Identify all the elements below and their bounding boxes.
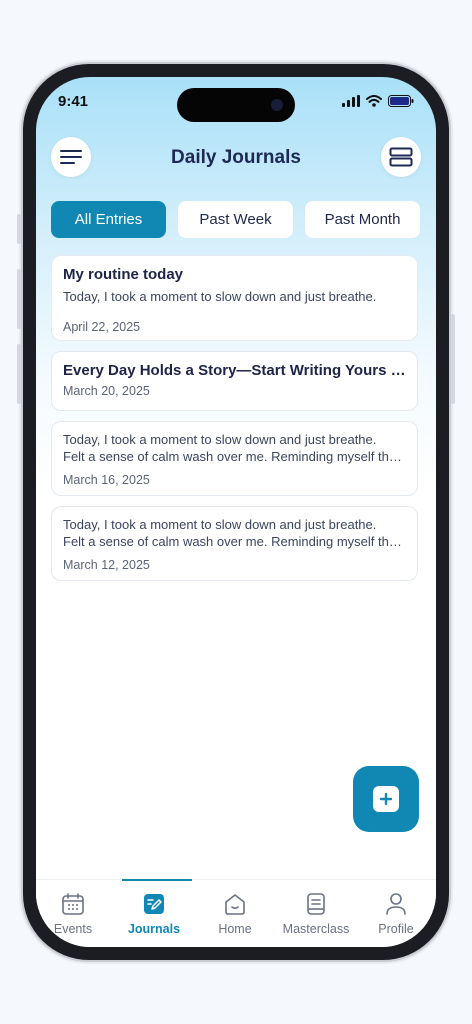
plus-icon bbox=[373, 786, 399, 812]
entry-date: March 16, 2025 bbox=[63, 473, 150, 487]
nav-label: Masterclass bbox=[282, 922, 350, 936]
nav-label: Profile bbox=[378, 922, 414, 936]
entry-title: Every Day Holds a Story—Start Writing Yo… bbox=[63, 362, 406, 379]
dynamic-island bbox=[177, 88, 295, 122]
page-title: Daily Journals bbox=[171, 147, 301, 168]
journal-entry-card[interactable]: Today, I took a moment to slow down and … bbox=[51, 506, 418, 581]
mute-switch bbox=[17, 214, 21, 244]
status-icons bbox=[342, 95, 414, 107]
active-tab-indicator bbox=[122, 879, 192, 881]
entry-preview: Today, I took a moment to slow down and … bbox=[63, 517, 377, 532]
entry-preview: Today, I took a moment to slow down and … bbox=[63, 289, 377, 304]
entry-preview: Felt a sense of calm wash over me. Remin… bbox=[63, 448, 406, 464]
journal-entry-card[interactable]: My routine today Today, I took a moment … bbox=[51, 255, 418, 341]
entry-preview: Today, I took a moment to slow down and … bbox=[63, 432, 377, 447]
status-time: 9:41 bbox=[58, 93, 89, 110]
filter-tabs: All Entries Past Week Past Month bbox=[51, 201, 420, 238]
app-screen: 9:41 Daily Journals All Entries Past Wee… bbox=[36, 77, 436, 947]
add-entry-button[interactable] bbox=[353, 766, 419, 832]
tab-all-entries[interactable]: All Entries bbox=[51, 201, 166, 238]
entry-date: April 22, 2025 bbox=[63, 319, 141, 334]
power-button bbox=[451, 314, 455, 404]
wifi-icon bbox=[366, 95, 382, 107]
bottom-navigation: Events Journals Home Masterclass Profile bbox=[36, 879, 436, 947]
nav-item-events[interactable]: Events bbox=[36, 880, 113, 947]
entry-date: March 20, 2025 bbox=[63, 384, 150, 398]
entry-title: My routine today bbox=[63, 266, 184, 283]
home-icon bbox=[223, 892, 247, 916]
journal-entry-card[interactable]: Today, I took a moment to slow down and … bbox=[51, 421, 418, 496]
entry-date: March 12, 2025 bbox=[63, 558, 150, 572]
book-icon bbox=[304, 892, 328, 916]
nav-label: Events bbox=[53, 922, 93, 936]
nav-item-journals[interactable]: Journals bbox=[114, 879, 194, 947]
nav-item-profile[interactable]: Profile bbox=[356, 880, 436, 947]
entry-preview: Felt a sense of calm wash over me. Remin… bbox=[63, 533, 406, 549]
tab-past-month[interactable]: Past Month bbox=[305, 201, 420, 238]
view-toggle-button[interactable] bbox=[381, 137, 421, 177]
journal-entry-card[interactable]: Every Day Holds a Story—Start Writing Yo… bbox=[51, 351, 418, 411]
nav-item-masterclass[interactable]: Masterclass bbox=[276, 880, 356, 947]
battery-icon bbox=[388, 95, 414, 107]
tab-past-week[interactable]: Past Week bbox=[178, 201, 293, 238]
journal-list: My routine today Today, I took a moment … bbox=[51, 255, 418, 591]
signal-icon bbox=[342, 95, 360, 107]
nav-label: Home bbox=[218, 922, 252, 936]
journal-edit-icon bbox=[142, 892, 166, 916]
nav-item-home[interactable]: Home bbox=[195, 880, 275, 947]
volume-up-button bbox=[17, 269, 21, 329]
nav-label: Journals bbox=[127, 922, 181, 936]
profile-icon bbox=[384, 892, 408, 916]
phone-frame: 9:41 Daily Journals All Entries Past Wee… bbox=[17, 64, 455, 960]
calendar-icon bbox=[61, 892, 85, 916]
volume-down-button bbox=[17, 344, 21, 404]
card-view-icon bbox=[389, 147, 413, 167]
